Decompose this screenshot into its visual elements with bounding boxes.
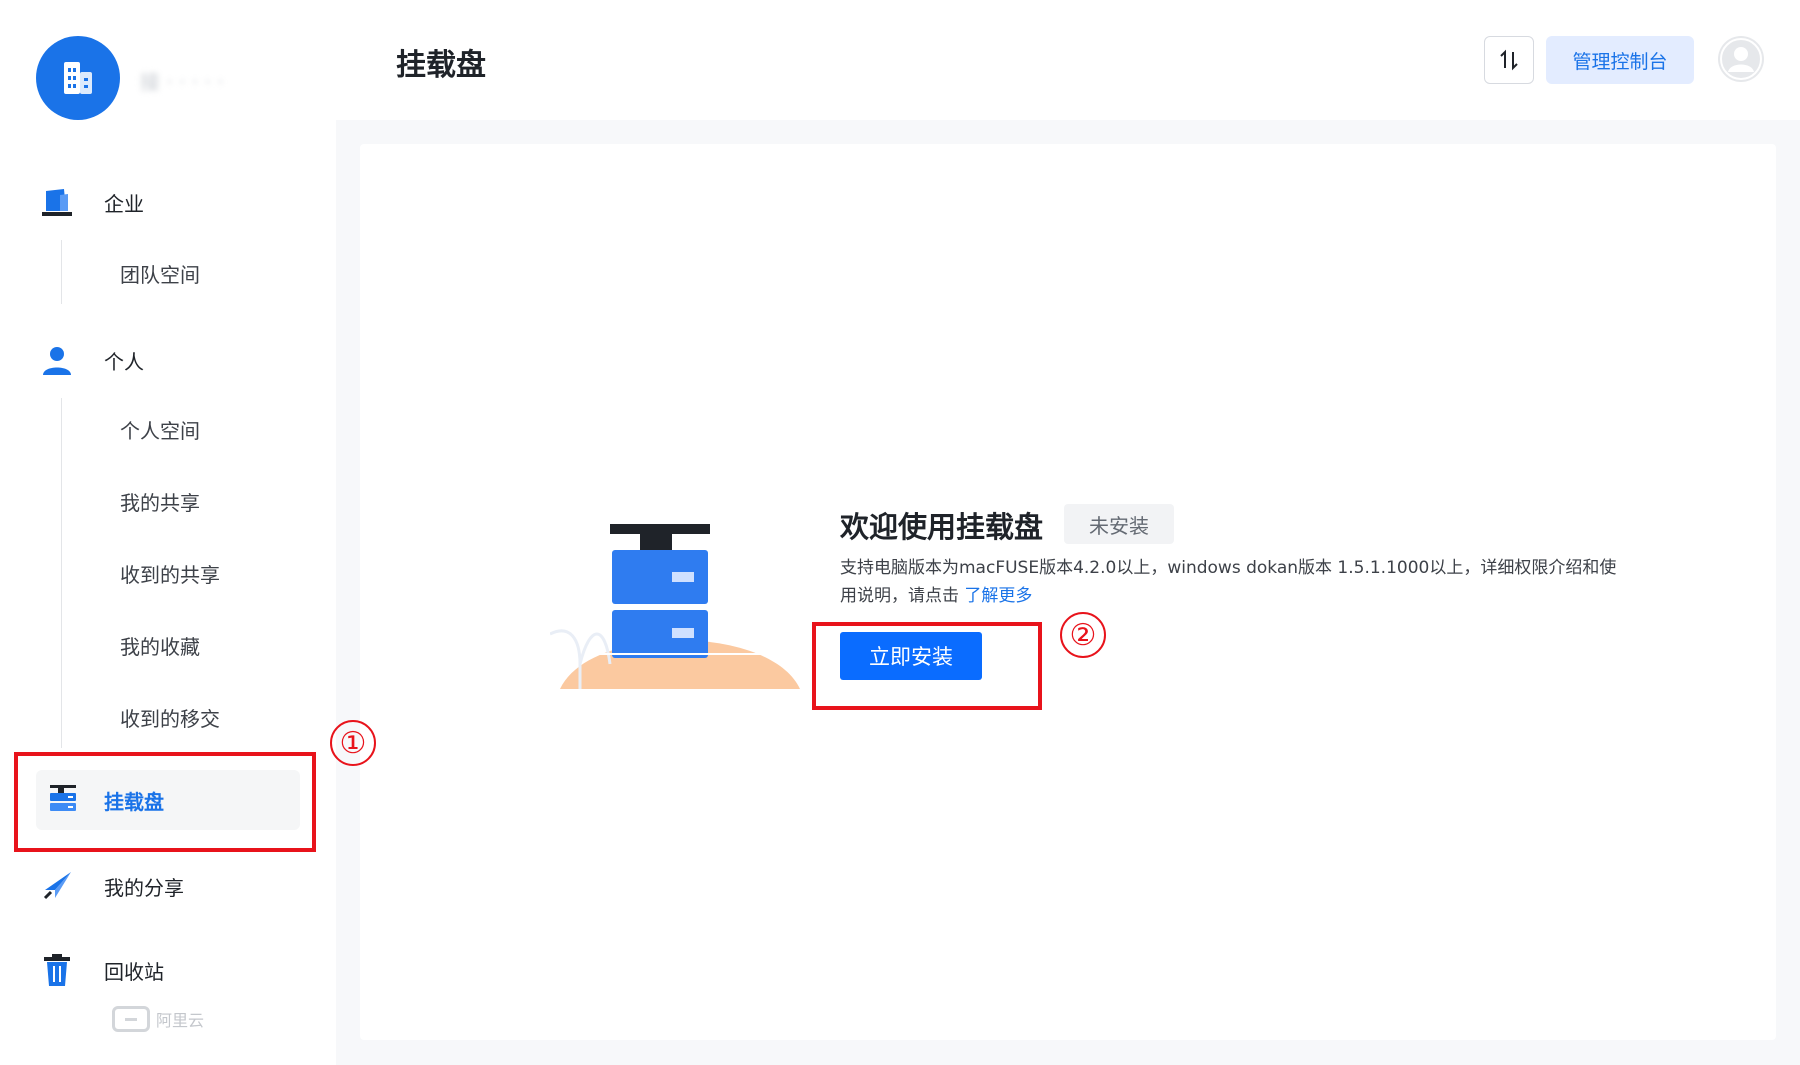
sidebar-item-personal-space[interactable]: 个人空间 bbox=[120, 411, 310, 447]
sidebar-item-received-shares[interactable]: 收到的共享 bbox=[120, 555, 310, 591]
annotation-box-step2 bbox=[812, 622, 1042, 710]
sidebar-item-favorites[interactable]: 我的收藏 bbox=[120, 627, 310, 663]
page-title: 挂载盘 bbox=[396, 48, 486, 83]
sidebar: 接 · · · · · 企业 团队空间 个人 个人空间 我的共享 收到的共享 我… bbox=[0, 0, 336, 1065]
user-icon bbox=[40, 343, 74, 377]
brand-footer-text: 阿里云 bbox=[156, 1011, 205, 1030]
welcome-title: 欢迎使用挂载盘 bbox=[840, 510, 1044, 544]
sidebar-item-my-share-links[interactable]: 我的分享 bbox=[40, 862, 300, 910]
mount-description: 支持电脑版本为macFUSE版本4.2.0以上，windows dokan版本 … bbox=[840, 554, 1620, 610]
status-badge: 未安装 bbox=[1064, 504, 1174, 544]
avatar-icon bbox=[1720, 38, 1762, 80]
building-icon bbox=[40, 185, 74, 219]
annotation-box-step1 bbox=[14, 752, 316, 852]
avatar[interactable] bbox=[1718, 36, 1764, 82]
admin-console-button[interactable]: 管理控制台 bbox=[1546, 36, 1694, 84]
annotation-step1-label: ① bbox=[330, 720, 376, 766]
sidebar-group-label: 个人 bbox=[104, 349, 144, 374]
sidebar-item-received-transfers[interactable]: 收到的移交 bbox=[120, 699, 310, 735]
mount-disk-illustration bbox=[550, 524, 800, 689]
top-header: 挂载盘 管理控制台 bbox=[336, 0, 1800, 120]
nav-divider bbox=[61, 240, 62, 304]
sort-button[interactable] bbox=[1484, 36, 1534, 84]
annotation-step2-label: ② bbox=[1060, 612, 1106, 658]
paper-plane-icon bbox=[40, 869, 74, 903]
main-content: 欢迎使用挂载盘 未安装 支持电脑版本为macFUSE版本4.2.0以上，wind… bbox=[360, 144, 1776, 1040]
trash-icon bbox=[40, 953, 74, 987]
org-name: 接 · · · · · bbox=[140, 70, 224, 92]
building-logo-icon bbox=[64, 62, 92, 94]
sidebar-item-team-space[interactable]: 团队空间 bbox=[120, 255, 310, 291]
nav-divider bbox=[61, 398, 62, 748]
sidebar-item-my-shares[interactable]: 我的共享 bbox=[120, 483, 310, 519]
sidebar-item-label: 我的分享 bbox=[104, 875, 184, 900]
brand-footer: 阿里云 bbox=[112, 1004, 204, 1034]
sidebar-group-label: 企业 bbox=[104, 191, 144, 216]
app-root: 接 · · · · · 企业 团队空间 个人 个人空间 我的共享 收到的共享 我… bbox=[0, 0, 1800, 1065]
sidebar-group-personal[interactable]: 个人 bbox=[40, 336, 300, 384]
sidebar-item-recycle-bin[interactable]: 回收站 bbox=[40, 946, 300, 994]
org-logo[interactable] bbox=[36, 36, 120, 120]
aliyun-logo-icon bbox=[112, 1006, 150, 1032]
learn-more-link[interactable]: 了解更多 bbox=[964, 586, 1032, 606]
sidebar-group-enterprise[interactable]: 企业 bbox=[40, 178, 300, 226]
sidebar-item-label: 回收站 bbox=[104, 959, 164, 984]
sort-icon bbox=[1500, 49, 1518, 71]
description-text: 支持电脑版本为macFUSE版本4.2.0以上，windows dokan版本 … bbox=[840, 558, 1617, 606]
